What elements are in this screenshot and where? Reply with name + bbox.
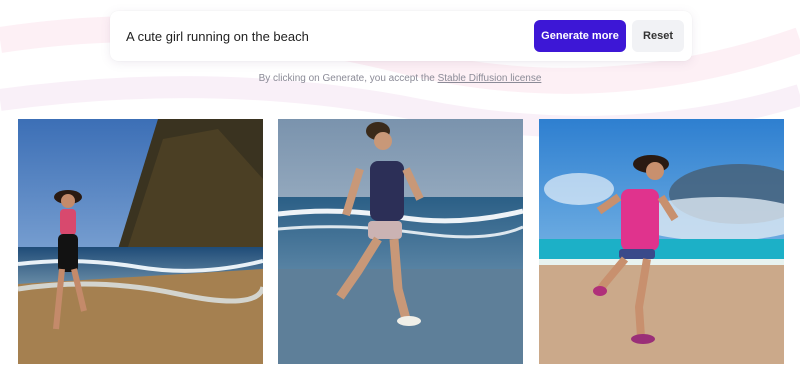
generated-image-1[interactable]	[18, 119, 263, 364]
license-notice: By clicking on Generate, you accept the …	[0, 73, 800, 84]
prompt-input[interactable]	[118, 18, 534, 54]
license-text: By clicking on Generate, you accept the	[258, 73, 438, 84]
generated-image-2[interactable]	[278, 119, 523, 364]
generated-image-3[interactable]	[539, 119, 784, 364]
prompt-bar: Generate more Reset	[110, 11, 692, 61]
license-link[interactable]: Stable Diffusion license	[438, 73, 542, 84]
reset-button[interactable]: Reset	[632, 20, 684, 52]
generate-more-button[interactable]: Generate more	[534, 20, 626, 52]
